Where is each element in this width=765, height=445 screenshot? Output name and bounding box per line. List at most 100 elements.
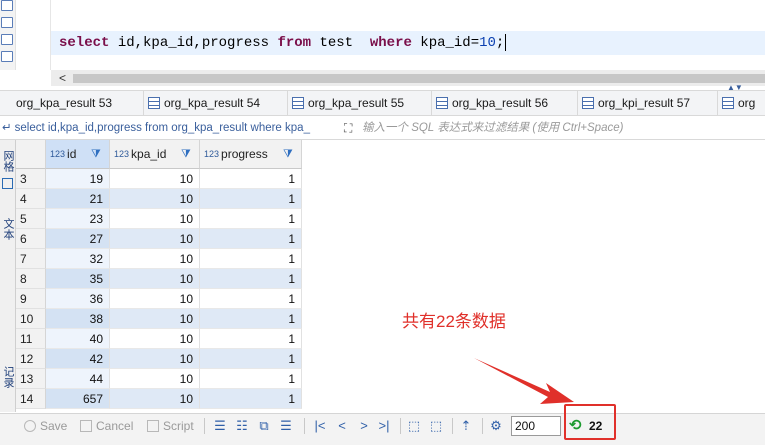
table-row[interactable]: 8 35 10 1 (16, 269, 765, 289)
scrollbar-thumb[interactable] (73, 74, 765, 83)
previous-page-icon[interactable]: < (334, 418, 350, 434)
add-row-icon[interactable]: ☷ (234, 418, 250, 434)
script-button[interactable]: Script (147, 414, 194, 438)
table-row[interactable]: 13 44 10 1 (16, 369, 765, 389)
row-number[interactable]: 6 (16, 229, 46, 249)
cell-progress[interactable]: 1 (200, 169, 302, 189)
settings-gear-icon[interactable]: ⚙ (488, 418, 504, 434)
scroll-left-icon[interactable]: < (59, 70, 66, 86)
cell-progress[interactable]: 1 (200, 229, 302, 249)
table-row[interactable]: 9 36 10 1 (16, 289, 765, 309)
cell-progress[interactable]: 1 (200, 189, 302, 209)
editor-horizontal-scrollbar[interactable]: < ▲▼ (51, 70, 765, 92)
column-header-id[interactable]: 123 id ⧩ (46, 140, 110, 169)
cell-id[interactable]: 23 (46, 209, 110, 229)
save-button[interactable]: Save (24, 414, 67, 438)
row-number[interactable]: 5 (16, 209, 46, 229)
cell-progress[interactable]: 1 (200, 329, 302, 349)
cell-id[interactable]: 32 (46, 249, 110, 269)
tab-result-55[interactable]: org_kpa_result 55 (288, 91, 432, 115)
cell-progress[interactable]: 1 (200, 289, 302, 309)
execute-script-icon[interactable] (1, 17, 13, 28)
sql-query-line[interactable]: select id,kpa_id,progress from test wher… (51, 31, 765, 55)
cell-id[interactable]: 27 (46, 229, 110, 249)
last-page-icon[interactable]: >| (376, 418, 392, 434)
table-row[interactable]: 6 27 10 1 (16, 229, 765, 249)
table-row[interactable]: 12 42 10 1 (16, 349, 765, 369)
row-number[interactable]: 10 (16, 309, 46, 329)
tab-result-58[interactable]: org (718, 91, 765, 115)
execute-icon[interactable] (1, 0, 13, 11)
export-icon[interactable]: ⇡ (458, 418, 474, 434)
row-number[interactable]: 7 (16, 249, 46, 269)
next-page-icon[interactable]: > (356, 418, 372, 434)
cell-kpa-id[interactable]: 10 (110, 249, 200, 269)
row-number[interactable]: 13 (16, 369, 46, 389)
cell-kpa-id[interactable]: 10 (110, 289, 200, 309)
table-row[interactable]: 7 32 10 1 (16, 249, 765, 269)
cell-kpa-id[interactable]: 10 (110, 209, 200, 229)
cell-id[interactable]: 35 (46, 269, 110, 289)
cell-id[interactable]: 19 (46, 169, 110, 189)
tab-result-57[interactable]: org_kpi_result 57 (578, 91, 718, 115)
cell-id[interactable]: 40 (46, 329, 110, 349)
expand-filter-icon[interactable]: ⛶ (344, 121, 358, 135)
filter-input[interactable]: 输入一个 SQL 表达式来过滤结果 (使用 Ctrl+Space) (362, 116, 762, 140)
cell-progress[interactable]: 1 (200, 209, 302, 229)
record-view-label[interactable]: 记录 (2, 366, 14, 388)
cell-kpa-id[interactable]: 10 (110, 329, 200, 349)
fetch-all-icon[interactable]: ⬚ (428, 418, 444, 434)
text-view-label[interactable]: 文本 (2, 218, 14, 240)
fetch-next-icon[interactable]: ⬚ (406, 418, 422, 434)
first-page-icon[interactable]: |< (312, 418, 328, 434)
row-number[interactable]: 12 (16, 349, 46, 369)
cell-progress[interactable]: 1 (200, 389, 302, 409)
cell-kpa-id[interactable]: 10 (110, 389, 200, 409)
table-row[interactable]: 4 21 10 1 (16, 189, 765, 209)
sql-editor[interactable]: select id,kpa_id,progress from test wher… (0, 0, 765, 70)
row-number[interactable]: 8 (16, 269, 46, 289)
column-header-progress[interactable]: 123 progress ⧩ (200, 140, 302, 169)
column-filter-icon[interactable]: ⧩ (181, 148, 195, 161)
format-icon[interactable] (1, 51, 13, 62)
row-number[interactable]: 9 (16, 289, 46, 309)
cell-kpa-id[interactable]: 10 (110, 269, 200, 289)
cell-id[interactable]: 21 (46, 189, 110, 209)
column-filter-icon[interactable]: ⧩ (283, 148, 297, 161)
cell-id[interactable]: 42 (46, 349, 110, 369)
table-row[interactable]: 11 40 10 1 (16, 329, 765, 349)
cell-progress[interactable]: 1 (200, 349, 302, 369)
row-number[interactable]: 4 (16, 189, 46, 209)
cell-progress[interactable]: 1 (200, 369, 302, 389)
row-number[interactable]: 14 (16, 389, 46, 409)
row-number[interactable]: 11 (16, 329, 46, 349)
fetch-size-input[interactable]: 200 (511, 416, 561, 436)
explain-icon[interactable] (1, 34, 13, 45)
cell-progress[interactable]: 1 (200, 269, 302, 289)
table-row[interactable]: 3 19 10 1 (16, 169, 765, 189)
tab-result-54[interactable]: org_kpa_result 54 (144, 91, 288, 115)
cell-progress[interactable]: 1 (200, 309, 302, 329)
row-number[interactable]: 3 (16, 169, 46, 189)
cell-kpa-id[interactable]: 10 (110, 369, 200, 389)
table-row[interactable]: 14 657 10 1 (16, 389, 765, 409)
cell-kpa-id[interactable]: 10 (110, 309, 200, 329)
cell-kpa-id[interactable]: 10 (110, 349, 200, 369)
cell-id[interactable]: 44 (46, 369, 110, 389)
grid-view-label[interactable]: 网格 (2, 150, 14, 172)
copy-row-icon[interactable]: ⧉ (256, 418, 272, 434)
tab-result-56[interactable]: org_kpa_result 56 (432, 91, 578, 115)
tab-result-53[interactable]: org_kpa_result 53 (0, 91, 144, 115)
cell-progress[interactable]: 1 (200, 249, 302, 269)
delete-row-icon[interactable]: ☰ (278, 418, 294, 434)
cell-kpa-id[interactable]: 10 (110, 229, 200, 249)
cell-id[interactable]: 38 (46, 309, 110, 329)
cell-id[interactable]: 657 (46, 389, 110, 409)
cell-kpa-id[interactable]: 10 (110, 169, 200, 189)
cell-id[interactable]: 36 (46, 289, 110, 309)
grid-icon[interactable] (2, 178, 13, 189)
table-row[interactable]: 10 38 10 1 (16, 309, 765, 329)
cell-kpa-id[interactable]: 10 (110, 189, 200, 209)
cancel-button[interactable]: Cancel (80, 414, 133, 438)
row-number-header[interactable] (16, 140, 46, 169)
